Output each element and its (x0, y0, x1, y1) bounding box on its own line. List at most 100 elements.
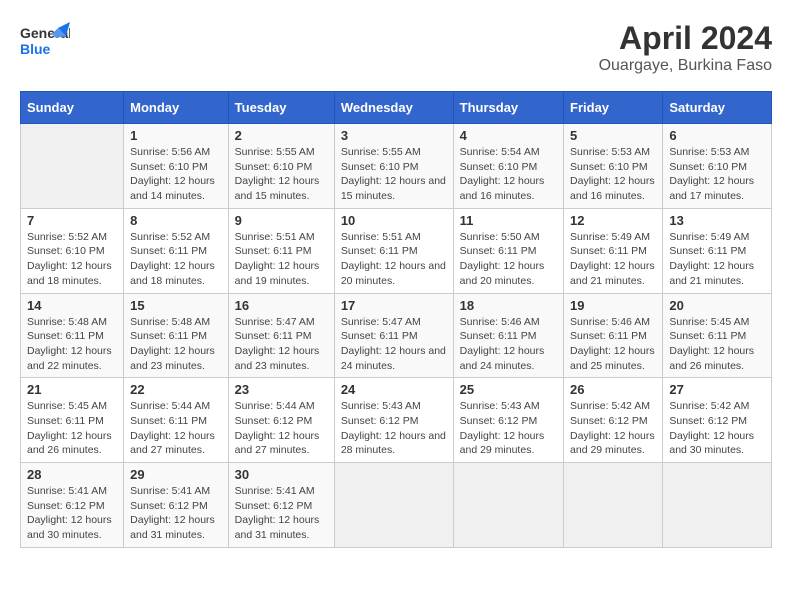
calendar-cell (564, 463, 663, 548)
day-info: Sunrise: 5:53 AM Sunset: 6:10 PM Dayligh… (669, 145, 765, 204)
day-number: 16 (235, 298, 328, 313)
day-number: 12 (570, 213, 656, 228)
calendar-cell: 26Sunrise: 5:42 AM Sunset: 6:12 PM Dayli… (564, 378, 663, 463)
title-area: April 2024 Ouargaye, Burkina Faso (599, 20, 772, 75)
day-header-thursday: Thursday (453, 92, 563, 124)
day-info: Sunrise: 5:55 AM Sunset: 6:10 PM Dayligh… (235, 145, 328, 204)
day-number: 5 (570, 128, 656, 143)
day-header-tuesday: Tuesday (228, 92, 334, 124)
day-info: Sunrise: 5:53 AM Sunset: 6:10 PM Dayligh… (570, 145, 656, 204)
calendar-cell: 16Sunrise: 5:47 AM Sunset: 6:11 PM Dayli… (228, 293, 334, 378)
day-number: 2 (235, 128, 328, 143)
day-info: Sunrise: 5:48 AM Sunset: 6:11 PM Dayligh… (27, 315, 117, 374)
calendar-cell: 9 Sunrise: 5:51 AM Sunset: 6:11 PM Daylig… (228, 208, 334, 293)
day-number: 7 (27, 213, 117, 228)
calendar-cell: 25 Sunrise: 5:43 AM Sunset: 6:12 PM Dayli… (453, 378, 563, 463)
calendar-cell: 19 Sunrise: 5:46 AM Sunset: 6:11 PM Dayli… (564, 293, 663, 378)
calendar-cell (663, 463, 772, 548)
day-number: 9 (235, 213, 328, 228)
week-row-4: 21 Sunrise: 5:45 AM Sunset: 6:11 PM Dayli… (21, 378, 772, 463)
day-info: Sunrise: 5:56 AM Sunset: 6:10 PM Dayligh… (130, 145, 222, 204)
calendar-cell: 3 Sunrise: 5:55 AM Sunset: 6:10 PM Daylig… (334, 124, 453, 209)
calendar-cell: 1 Sunrise: 5:56 AM Sunset: 6:10 PM Daylig… (124, 124, 229, 209)
day-number: 23 (235, 382, 328, 397)
header: General Blue April 2024 Ouargaye, Burkin… (20, 20, 772, 75)
day-number: 26 (570, 382, 656, 397)
week-row-5: 28 Sunrise: 5:41 AM Sunset: 6:12 PM Dayli… (21, 463, 772, 548)
day-number: 24 (341, 382, 447, 397)
logo-icon: General Blue (20, 20, 70, 70)
calendar-cell: 10 Sunrise: 5:51 AM Sunset: 6:11 PM Dayli… (334, 208, 453, 293)
day-number: 17 (341, 298, 447, 313)
logo: General Blue (20, 20, 70, 70)
week-row-1: 1 Sunrise: 5:56 AM Sunset: 6:10 PM Daylig… (21, 124, 772, 209)
day-info: Sunrise: 5:51 AM Sunset: 6:11 PM Dayligh… (235, 230, 328, 289)
day-number: 30 (235, 467, 328, 482)
calendar-cell: 14 Sunrise: 5:48 AM Sunset: 6:11 PM Dayli… (21, 293, 124, 378)
day-number: 27 (669, 382, 765, 397)
day-info: Sunrise: 5:43 AM Sunset: 6:12 PM Dayligh… (341, 399, 447, 458)
day-number: 3 (341, 128, 447, 143)
day-info: Sunrise: 5:41 AM Sunset: 6:12 PM Dayligh… (235, 484, 328, 543)
subtitle: Ouargaye, Burkina Faso (599, 57, 772, 75)
day-number: 20 (669, 298, 765, 313)
calendar-cell: 7 Sunrise: 5:52 AM Sunset: 6:10 PM Daylig… (21, 208, 124, 293)
day-number: 18 (460, 298, 557, 313)
day-number: 1 (130, 128, 222, 143)
week-row-3: 14 Sunrise: 5:48 AM Sunset: 6:11 PM Dayli… (21, 293, 772, 378)
calendar-cell: 11 Sunrise: 5:50 AM Sunset: 6:11 PM Dayli… (453, 208, 563, 293)
calendar-cell: 12Sunrise: 5:49 AM Sunset: 6:11 PM Dayli… (564, 208, 663, 293)
calendar-cell: 4 Sunrise: 5:54 AM Sunset: 6:10 PM Daylig… (453, 124, 563, 209)
calendar-cell: 21 Sunrise: 5:45 AM Sunset: 6:11 PM Dayli… (21, 378, 124, 463)
day-header-wednesday: Wednesday (334, 92, 453, 124)
calendar-cell: 28 Sunrise: 5:41 AM Sunset: 6:12 PM Dayli… (21, 463, 124, 548)
day-number: 11 (460, 213, 557, 228)
day-number: 21 (27, 382, 117, 397)
day-header-friday: Friday (564, 92, 663, 124)
day-number: 29 (130, 467, 222, 482)
calendar-cell (453, 463, 563, 548)
day-number: 6 (669, 128, 765, 143)
day-info: Sunrise: 5:48 AM Sunset: 6:11 PM Dayligh… (130, 315, 222, 374)
day-info: Sunrise: 5:41 AM Sunset: 6:12 PM Dayligh… (27, 484, 117, 543)
calendar-cell: 2 Sunrise: 5:55 AM Sunset: 6:10 PM Daylig… (228, 124, 334, 209)
day-info: Sunrise: 5:44 AM Sunset: 6:12 PM Dayligh… (235, 399, 328, 458)
day-number: 10 (341, 213, 447, 228)
days-header-row: SundayMondayTuesdayWednesdayThursdayFrid… (21, 92, 772, 124)
calendar-cell: 17Sunrise: 5:47 AM Sunset: 6:11 PM Dayli… (334, 293, 453, 378)
day-number: 15 (130, 298, 222, 313)
calendar-cell: 6 Sunrise: 5:53 AM Sunset: 6:10 PM Daylig… (663, 124, 772, 209)
calendar-cell: 29Sunrise: 5:41 AM Sunset: 6:12 PM Dayli… (124, 463, 229, 548)
day-info: Sunrise: 5:51 AM Sunset: 6:11 PM Dayligh… (341, 230, 447, 289)
day-info: Sunrise: 5:54 AM Sunset: 6:10 PM Dayligh… (460, 145, 557, 204)
calendar-cell: 23 Sunrise: 5:44 AM Sunset: 6:12 PM Dayli… (228, 378, 334, 463)
calendar-cell: 8Sunrise: 5:52 AM Sunset: 6:11 PM Daylig… (124, 208, 229, 293)
main-title: April 2024 (599, 20, 772, 57)
day-info: Sunrise: 5:46 AM Sunset: 6:11 PM Dayligh… (570, 315, 656, 374)
day-number: 14 (27, 298, 117, 313)
day-number: 22 (130, 382, 222, 397)
day-number: 25 (460, 382, 557, 397)
day-header-saturday: Saturday (663, 92, 772, 124)
day-info: Sunrise: 5:44 AM Sunset: 6:11 PM Dayligh… (130, 399, 222, 458)
day-number: 13 (669, 213, 765, 228)
calendar-cell (21, 124, 124, 209)
day-number: 19 (570, 298, 656, 313)
day-info: Sunrise: 5:49 AM Sunset: 6:11 PM Dayligh… (669, 230, 765, 289)
day-info: Sunrise: 5:50 AM Sunset: 6:11 PM Dayligh… (460, 230, 557, 289)
day-number: 4 (460, 128, 557, 143)
day-info: Sunrise: 5:55 AM Sunset: 6:10 PM Dayligh… (341, 145, 447, 204)
calendar-cell: 30 Sunrise: 5:41 AM Sunset: 6:12 PM Dayli… (228, 463, 334, 548)
calendar-cell: 27Sunrise: 5:42 AM Sunset: 6:12 PM Dayli… (663, 378, 772, 463)
day-info: Sunrise: 5:43 AM Sunset: 6:12 PM Dayligh… (460, 399, 557, 458)
day-header-sunday: Sunday (21, 92, 124, 124)
calendar-cell: 22 Sunrise: 5:44 AM Sunset: 6:11 PM Dayli… (124, 378, 229, 463)
calendar-cell: 5 Sunrise: 5:53 AM Sunset: 6:10 PM Daylig… (564, 124, 663, 209)
day-info: Sunrise: 5:45 AM Sunset: 6:11 PM Dayligh… (27, 399, 117, 458)
day-number: 28 (27, 467, 117, 482)
week-row-2: 7 Sunrise: 5:52 AM Sunset: 6:10 PM Daylig… (21, 208, 772, 293)
day-info: Sunrise: 5:52 AM Sunset: 6:10 PM Dayligh… (27, 230, 117, 289)
day-info: Sunrise: 5:46 AM Sunset: 6:11 PM Dayligh… (460, 315, 557, 374)
calendar-cell: 18 Sunrise: 5:46 AM Sunset: 6:11 PM Dayli… (453, 293, 563, 378)
day-number: 8 (130, 213, 222, 228)
